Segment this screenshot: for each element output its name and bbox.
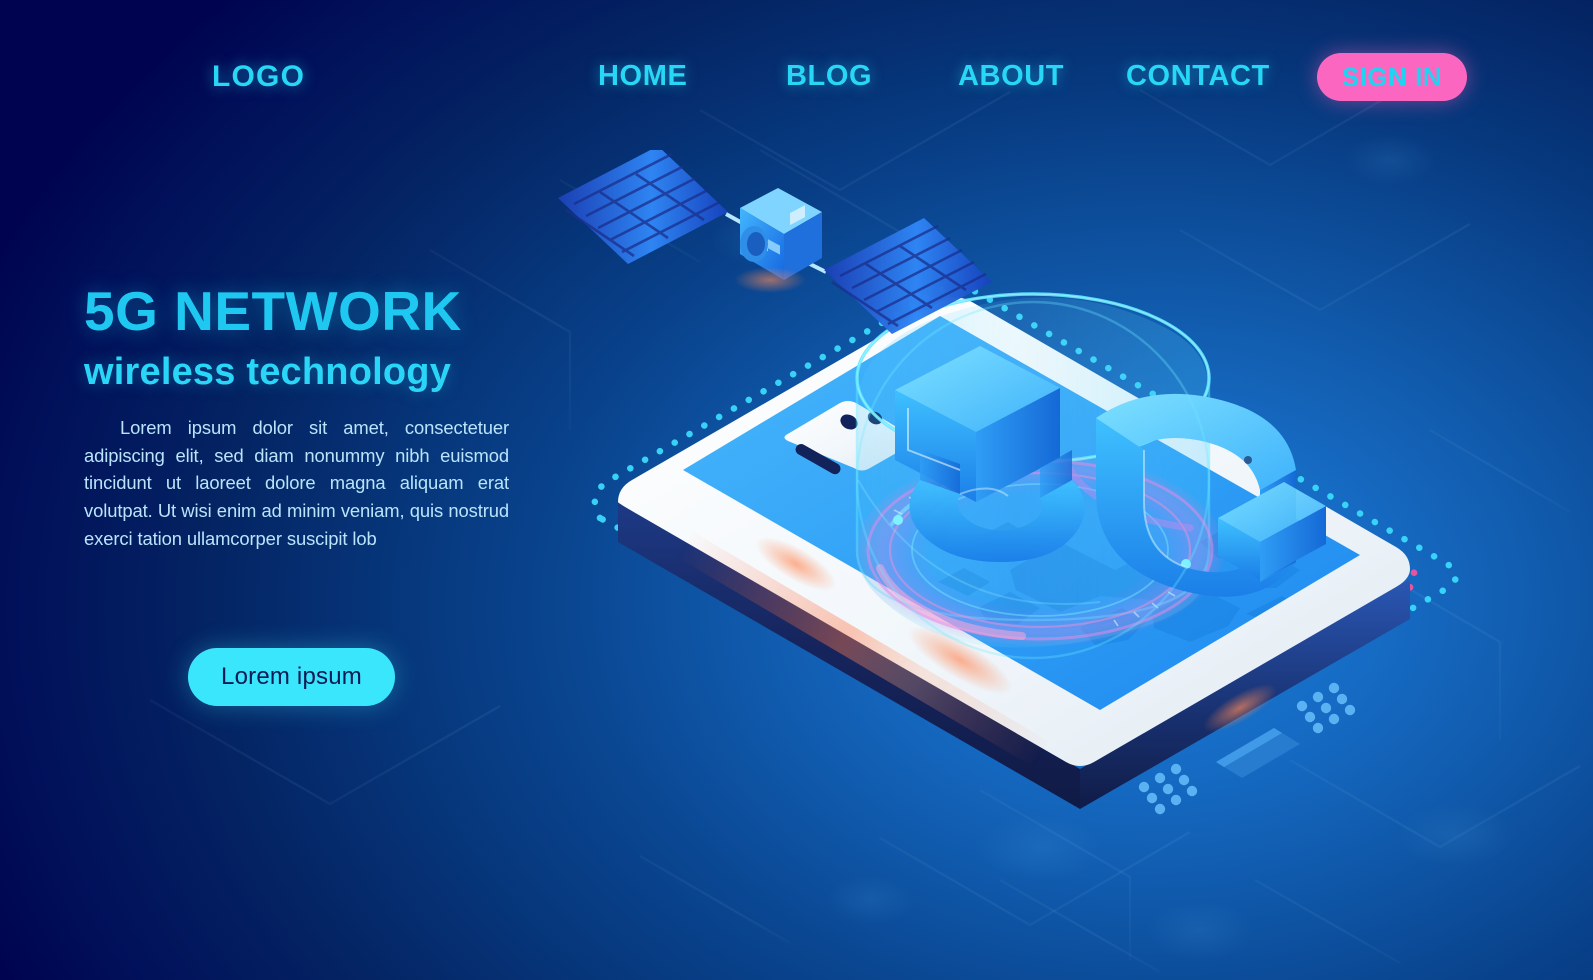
page-title: 5G NETWORK (84, 280, 462, 342)
hero-paragraph: Lorem ipsum dolor sit amet, consectetuer… (84, 417, 509, 549)
cta-button[interactable]: Lorem ipsum (188, 648, 395, 706)
hero-copy-block: 5G NETWORK wireless technology Lorem ips… (84, 283, 514, 552)
nav-link-blog[interactable]: BLOG (786, 60, 872, 93)
nav-link-contact[interactable]: CONTACT (1126, 60, 1270, 93)
sign-in-button[interactable]: SIGN IN (1317, 53, 1467, 101)
top-navigation-bar: LOGO HOME BLOG ABOUT CONTACT SIGN IN (0, 0, 1593, 130)
nav-link-home[interactable]: HOME (598, 60, 687, 93)
logo[interactable]: LOGO (212, 60, 305, 94)
nav-link-about[interactable]: ABOUT (958, 60, 1064, 93)
page-stage: LOGO HOME BLOG ABOUT CONTACT SIGN IN 5G … (0, 0, 1593, 980)
page-subtitle: wireless technology (84, 351, 452, 394)
cta-button-label: Lorem ipsum (221, 663, 362, 690)
satellite-icon (558, 150, 992, 334)
sign-in-button-label: SIGN IN (1341, 61, 1443, 92)
isometric-5g-illustration (540, 150, 1500, 910)
